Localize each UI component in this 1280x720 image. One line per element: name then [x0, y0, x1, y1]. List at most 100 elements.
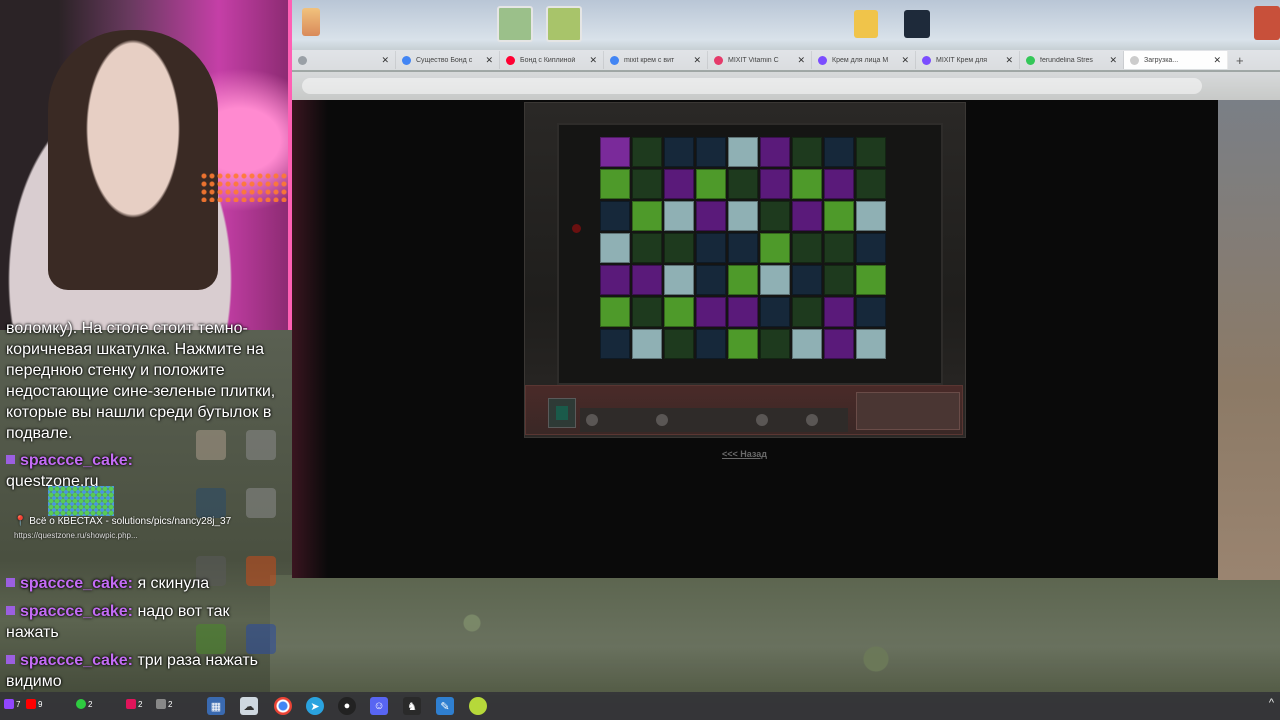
puzzle-tile[interactable]: [728, 265, 758, 295]
puzzle-tile[interactable]: [856, 201, 886, 231]
puzzle-tile[interactable]: [760, 233, 790, 263]
game-app-icon[interactable]: ♞: [403, 697, 421, 715]
browser-tab[interactable]: ferundelina Stres ✕: [1020, 51, 1124, 69]
puzzle-tile[interactable]: [856, 297, 886, 327]
puzzle-tile[interactable]: [792, 201, 822, 231]
link-preview[interactable]: 📍 Всё о КВЕСТАХ - solutions/pics/nancy28…: [14, 515, 231, 543]
puzzle-tile[interactable]: [664, 297, 694, 327]
chat-username[interactable]: spaccce_cake:: [20, 575, 133, 592]
browser-tab[interactable]: Существо Бонд с ✕: [396, 51, 500, 69]
puzzle-tile[interactable]: [760, 297, 790, 327]
inventory-item-icon[interactable]: [806, 414, 818, 426]
puzzle-tile[interactable]: [728, 201, 758, 231]
tennis-ball-icon[interactable]: [469, 697, 487, 715]
inventory-item-icon[interactable]: [756, 414, 768, 426]
browser-tab[interactable]: Бонд с Киплиной ✕: [500, 51, 604, 69]
tab-close-icon[interactable]: ✕: [589, 55, 597, 66]
puzzle-tile[interactable]: [792, 329, 822, 359]
tab-close-icon[interactable]: ✕: [901, 55, 909, 66]
tab-close-icon[interactable]: ✕: [693, 55, 701, 66]
puzzle-tile[interactable]: [664, 233, 694, 263]
puzzle-tile[interactable]: [728, 297, 758, 327]
puzzle-tile[interactable]: [728, 169, 758, 199]
puzzle-tile[interactable]: [664, 137, 694, 167]
puzzle-tile[interactable]: [600, 265, 630, 295]
puzzle-tile[interactable]: [632, 297, 662, 327]
back-link[interactable]: <<< Назад: [722, 449, 767, 459]
puzzle-tile[interactable]: [664, 329, 694, 359]
puzzle-tile[interactable]: [792, 297, 822, 327]
puzzle-tile[interactable]: [600, 169, 630, 199]
puzzle-tile[interactable]: [632, 137, 662, 167]
desktop-icon-image-2[interactable]: [546, 6, 582, 42]
desktop-icon-folder-1[interactable]: [854, 10, 878, 38]
puzzle-tile[interactable]: [600, 201, 630, 231]
chat-username[interactable]: spaccce_cake:: [20, 603, 133, 620]
puzzle-tile[interactable]: [760, 137, 790, 167]
desktop-icon-right[interactable]: [1254, 6, 1280, 40]
chat-username[interactable]: spaccce_cake:: [20, 452, 133, 469]
link-preview-url[interactable]: https://questzone.ru/showpic.php...: [14, 531, 138, 540]
inventory-item-icon[interactable]: [586, 414, 598, 426]
puzzle-tile[interactable]: [856, 137, 886, 167]
desktop-icon-game[interactable]: [302, 8, 320, 36]
puzzle-tile[interactable]: [824, 265, 854, 295]
puzzle-tile[interactable]: [632, 201, 662, 231]
puzzle-tile[interactable]: [632, 265, 662, 295]
inventory-hint-panel[interactable]: [856, 392, 960, 430]
puzzle-tile[interactable]: [696, 297, 726, 327]
browser-tab[interactable]: MIXIT Vitamin C ✕: [708, 51, 812, 69]
browser-tab[interactable]: MIXIT Крем для ✕: [916, 51, 1020, 69]
calculator-icon[interactable]: ▦: [207, 697, 225, 715]
browser-tab[interactable]: Крем для лица M ✕: [812, 51, 916, 69]
puzzle-tile[interactable]: [824, 329, 854, 359]
puzzle-tile[interactable]: [696, 169, 726, 199]
system-tray-arrow[interactable]: ^: [1269, 697, 1274, 709]
telegram-icon[interactable]: ➤: [306, 697, 324, 715]
tab-close-icon[interactable]: ✕: [381, 55, 389, 66]
tab-close-icon[interactable]: ✕: [1109, 55, 1117, 66]
puzzle-tile[interactable]: [856, 329, 886, 359]
tab-close-icon[interactable]: ✕: [797, 55, 805, 66]
red-gem-icon[interactable]: [572, 224, 581, 233]
puzzle-tile[interactable]: [792, 233, 822, 263]
chat-username[interactable]: spaccce_cake:: [20, 652, 133, 669]
discord-icon[interactable]: ☺: [370, 697, 388, 715]
tab-close-icon[interactable]: ✕: [485, 55, 493, 66]
puzzle-tile[interactable]: [696, 201, 726, 231]
puzzle-tile[interactable]: [728, 137, 758, 167]
puzzle-tile[interactable]: [792, 169, 822, 199]
puzzle-tile[interactable]: [728, 329, 758, 359]
puzzle-tile[interactable]: [600, 329, 630, 359]
desktop-icon-folder-2[interactable]: [904, 10, 930, 38]
desktop-icon-image-1[interactable]: [497, 6, 533, 42]
tab-close-icon[interactable]: ✕: [1005, 55, 1013, 66]
chrome-icon[interactable]: [274, 697, 292, 715]
desktop-icon-faded[interactable]: [246, 488, 276, 518]
puzzle-tile[interactable]: [792, 265, 822, 295]
puzzle-tile[interactable]: [824, 233, 854, 263]
puzzle-tile[interactable]: [760, 169, 790, 199]
puzzle-tile[interactable]: [664, 265, 694, 295]
new-tab-button[interactable]: +: [1236, 53, 1244, 68]
puzzle-tile[interactable]: [760, 201, 790, 231]
puzzle-tile[interactable]: [696, 329, 726, 359]
puzzle-tile[interactable]: [728, 233, 758, 263]
browser-tab[interactable]: mixit крем с вит ✕: [604, 51, 708, 69]
puzzle-tile[interactable]: [792, 137, 822, 167]
puzzle-tile[interactable]: [760, 265, 790, 295]
puzzle-tile[interactable]: [696, 137, 726, 167]
puzzle-tile[interactable]: [632, 169, 662, 199]
puzzle-tile[interactable]: [600, 137, 630, 167]
puzzle-tile[interactable]: [632, 329, 662, 359]
puzzle-tile[interactable]: [856, 265, 886, 295]
pen-tool-icon[interactable]: ✎: [436, 697, 454, 715]
puzzle-tile[interactable]: [760, 329, 790, 359]
browser-tab[interactable]: ✕: [292, 51, 396, 69]
puzzle-tile[interactable]: [824, 137, 854, 167]
puzzle-tile[interactable]: [696, 233, 726, 263]
puzzle-tile[interactable]: [856, 233, 886, 263]
puzzle-tile[interactable]: [824, 201, 854, 231]
browser-tab[interactable]: Загрузка... ✕: [1124, 51, 1228, 69]
teal-tile-item-icon[interactable]: [556, 406, 568, 420]
